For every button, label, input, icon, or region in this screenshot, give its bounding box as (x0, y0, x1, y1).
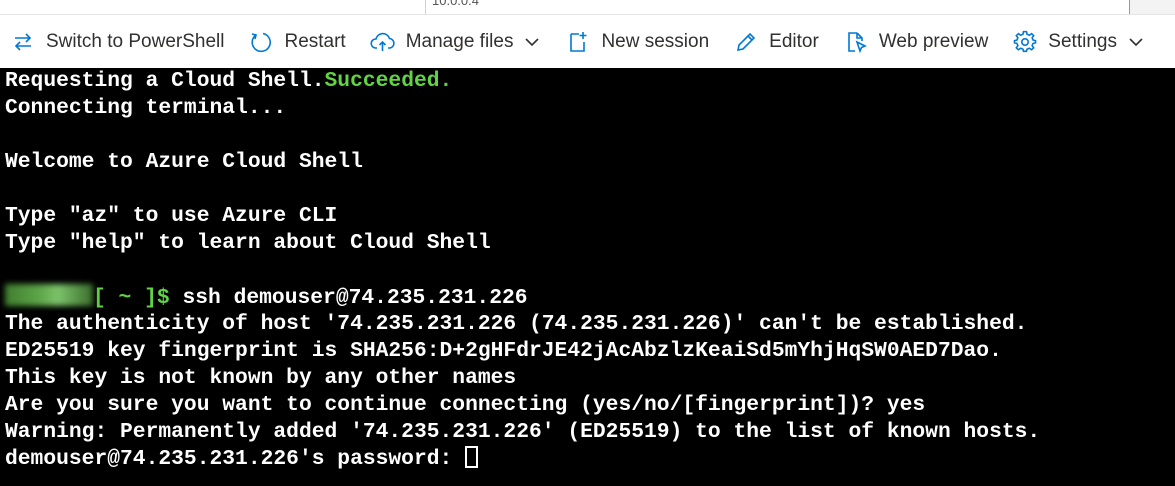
top-strip-divider (425, 0, 426, 14)
switch-to-powershell-label: Switch to PowerShell (46, 30, 225, 52)
web-preview-button[interactable]: Web preview (843, 15, 988, 68)
terminal-line: Type "az" to use Azure CLI (5, 204, 338, 228)
terminal-line: Are you sure you want to continue connec… (5, 393, 926, 417)
terminal-output[interactable]: Requesting a Cloud Shell.Succeeded. Conn… (0, 68, 1175, 486)
web-preview-icon (843, 29, 869, 55)
manage-files-button[interactable]: Manage files (370, 15, 542, 68)
terminal-line: Connecting terminal... (5, 96, 287, 120)
new-session-button[interactable]: New session (565, 15, 709, 68)
terminal-line: Welcome to Azure Cloud Shell (5, 150, 363, 174)
terminal-line: Warning: Permanently added '74.235.231.2… (5, 420, 1041, 444)
manage-files-label: Manage files (405, 30, 514, 52)
restart-label: Restart (284, 30, 346, 52)
restart-button[interactable]: Restart (248, 15, 346, 68)
ssh-command: ssh demouser@74.235.231.226 (169, 286, 528, 310)
web-preview-label: Web preview (878, 30, 989, 52)
new-session-icon (565, 29, 591, 55)
redacted-username (5, 284, 93, 306)
pencil-icon (733, 29, 759, 55)
settings-button[interactable]: Settings (1012, 15, 1145, 68)
shell-prompt: [ ~ ]$ (93, 286, 170, 310)
gear-icon (1012, 29, 1038, 55)
cloud-upload-icon (370, 29, 396, 55)
chevron-down-icon (523, 33, 541, 51)
terminal-line: Requesting a Cloud Shell.Succeeded. (5, 68, 452, 95)
switch-to-powershell-button[interactable]: Switch to PowerShell (10, 15, 224, 68)
terminal-line: This key is not known by any other names (5, 366, 517, 390)
restart-icon (248, 29, 274, 55)
request-text: Requesting a Cloud Shell. (5, 69, 325, 93)
top-strip-fragment: 10.0.0.4 (432, 0, 479, 8)
terminal-cursor[interactable] (465, 446, 479, 468)
password-prompt-line: demouser@74.235.231.226's password: (5, 446, 479, 473)
editor-label: Editor (769, 30, 819, 52)
settings-label: Settings (1048, 30, 1117, 52)
cloud-shell-toolbar: Switch to PowerShell Restart Manage file… (0, 15, 1175, 68)
browser-top-strip: 10.0.0.4 (0, 0, 1175, 15)
switch-arrows-icon (10, 29, 36, 55)
editor-button[interactable]: Editor (733, 15, 819, 68)
top-strip-edge-panel (1129, 0, 1175, 14)
password-prompt: demouser@74.235.231.226's password: (5, 447, 466, 471)
terminal-line: The authenticity of host '74.235.231.226… (5, 312, 1028, 336)
success-status: Succeeded. (324, 69, 453, 93)
terminal-prompt-line: [ ~ ]$ ssh demouser@74.235.231.226 (5, 284, 528, 311)
terminal-line: Type "help" to learn about Cloud Shell (5, 231, 491, 255)
new-session-label: New session (601, 30, 710, 52)
terminal-line: ED25519 key fingerprint is SHA256:D+2gHF… (5, 339, 1002, 363)
chevron-down-icon (1127, 33, 1145, 51)
